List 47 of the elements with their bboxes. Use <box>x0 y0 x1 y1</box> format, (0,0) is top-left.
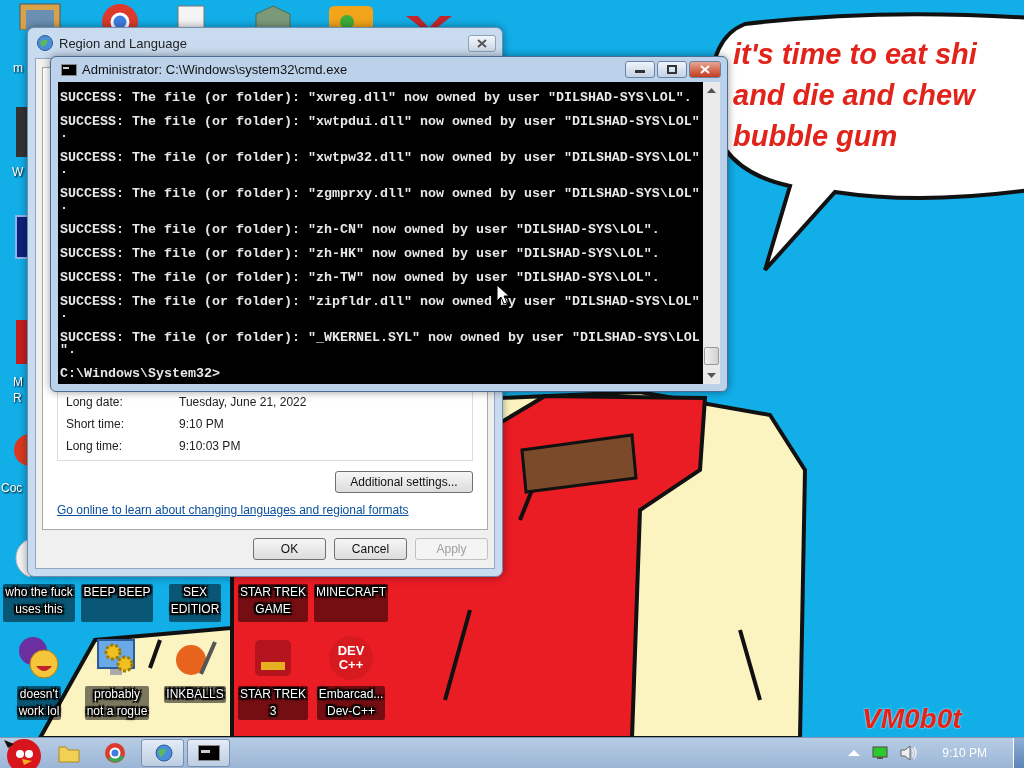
close-icon <box>477 38 487 48</box>
maximize-button[interactable] <box>657 61 687 78</box>
window-title: Administrator: C:\Windows\system32\cmd.exe <box>82 62 349 77</box>
format-value: 9:10:03 PM <box>179 438 241 454</box>
additional-settings-button[interactable]: Additional settings... <box>335 471 473 493</box>
icon-label[interactable]: SEX EDITIOR <box>168 584 222 622</box>
console-line: SUCCESS: The file (or folder): "zgmprxy.dll" now owned by user "DILSHAD-SYS\LOL". <box>60 188 701 212</box>
dialog-button[interactable]: OK <box>253 538 326 560</box>
close-icon <box>700 65 710 74</box>
taskbar-button[interactable] <box>187 739 230 767</box>
format-label: Long date: <box>66 394 124 410</box>
scroll-up-icon[interactable] <box>707 88 716 93</box>
help-link[interactable]: Go online to learn about changing languages and regional formats <box>57 503 473 517</box>
speaker-icon[interactable] <box>900 745 919 761</box>
show-desktop-button[interactable] <box>1013 738 1024 768</box>
close-button[interactable] <box>468 34 496 52</box>
maximize-icon <box>667 65 677 74</box>
format-value: 9:10 PM <box>179 416 224 432</box>
network-icon[interactable] <box>872 746 889 760</box>
globe-icon <box>36 34 54 52</box>
scrollbar[interactable] <box>703 82 720 384</box>
console-icon <box>197 745 220 761</box>
window-title: Region and Language <box>59 35 188 51</box>
format-label: Long time: <box>66 438 124 454</box>
console-line: SUCCESS: The file (or folder): "xwtpw32.dll" now owned by user "DILSHAD-SYS\LOL". <box>60 152 701 176</box>
console-line: SUCCESS: The file (or folder): "xwreg.dll" now owned by user "DILSHAD-SYS\LOL". <box>60 92 693 104</box>
format-value: Tuesday, June 21, 2022 <box>179 394 307 410</box>
console-line: SUCCESS: The file (or folder): "zh-CN" now owned by user "DILSHAD-SYS\LOL". <box>60 224 661 236</box>
console-line: SUCCESS: The file (or folder): "xwtpdui.dll" now owned by user "DILSHAD-SYS\LOL". <box>60 116 701 140</box>
browser-icon[interactable] <box>104 742 126 764</box>
scroll-down-icon[interactable] <box>707 373 716 378</box>
scroll-thumb[interactable] <box>704 347 719 365</box>
icon-label[interactable]: probably not a rogue <box>84 686 150 720</box>
console-line: SUCCESS: The file (or folder): "zh-TW" now owned by user "DILSHAD-SYS\LOL". <box>60 272 661 284</box>
icon-label[interactable]: Embarcad... Dev-C++ <box>316 686 386 720</box>
image-icon[interactable] <box>18 0 62 30</box>
dialog-button[interactable]: Cancel <box>334 538 407 560</box>
smiley-icon[interactable] <box>17 636 61 680</box>
console-prompt: C:\Windows\System32> <box>60 368 221 380</box>
close-button[interactable] <box>689 61 721 78</box>
console-line: SUCCESS: The file (or folder): "_WKERNEL.SYL" now owned by user "DILSHAD-SYS\LOL". <box>60 332 701 356</box>
signature-text: VM0b0t <box>862 703 962 735</box>
console-icon <box>61 63 77 76</box>
format-label: Short time: <box>66 416 126 432</box>
minimize-button[interactable] <box>625 61 655 78</box>
console-line: SUCCESS: The file (or folder): "zh-HK" now owned by user "DILSHAD-SYS\LOL". <box>60 248 661 260</box>
speech-bubble-text: it's time to eat shi and die and chew bubble gum <box>733 37 977 154</box>
